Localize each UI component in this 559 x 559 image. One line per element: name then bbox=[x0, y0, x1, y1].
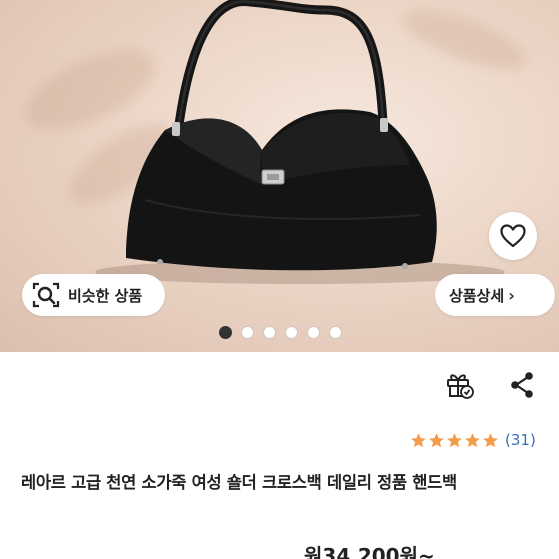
star-icon bbox=[465, 432, 480, 447]
image-search-icon bbox=[31, 280, 61, 310]
share-icon bbox=[511, 372, 533, 398]
chevron-right-icon: › bbox=[508, 285, 515, 305]
product-image-carousel[interactable]: 비슷한 상품 상품상세 › bbox=[0, 0, 559, 352]
review-count[interactable]: (31) bbox=[505, 431, 536, 449]
product-detail-label: 상품상세 bbox=[449, 286, 505, 305]
carousel-dot[interactable] bbox=[285, 326, 298, 339]
star-icon bbox=[483, 432, 498, 447]
gift-button[interactable] bbox=[442, 368, 476, 402]
heart-outline-icon bbox=[500, 224, 526, 248]
star-icon bbox=[429, 432, 444, 447]
star-icon bbox=[447, 432, 462, 447]
similar-products-button[interactable]: 비슷한 상품 bbox=[22, 274, 165, 316]
rating-stars bbox=[410, 432, 500, 449]
share-button[interactable] bbox=[505, 368, 539, 402]
gift-icon bbox=[447, 374, 474, 399]
similar-products-label: 비슷한 상품 bbox=[68, 286, 143, 305]
wishlist-button[interactable] bbox=[489, 212, 537, 260]
product-price: 원34,200원~ bbox=[304, 544, 435, 559]
carousel-dot[interactable] bbox=[263, 326, 276, 339]
product-title: 레아르 고급 천연 소가죽 여성 숄더 크로스백 데일리 정품 핸드백 bbox=[21, 473, 457, 492]
product-detail-button[interactable]: 상품상세 › bbox=[435, 274, 555, 316]
carousel-dot[interactable] bbox=[307, 326, 320, 339]
carousel-indicator bbox=[0, 326, 559, 340]
star-icon bbox=[411, 432, 426, 447]
product-rating[interactable]: (31) bbox=[410, 430, 536, 450]
carousel-dot[interactable] bbox=[219, 326, 232, 339]
carousel-dot[interactable] bbox=[241, 326, 254, 339]
carousel-dot[interactable] bbox=[329, 326, 342, 339]
